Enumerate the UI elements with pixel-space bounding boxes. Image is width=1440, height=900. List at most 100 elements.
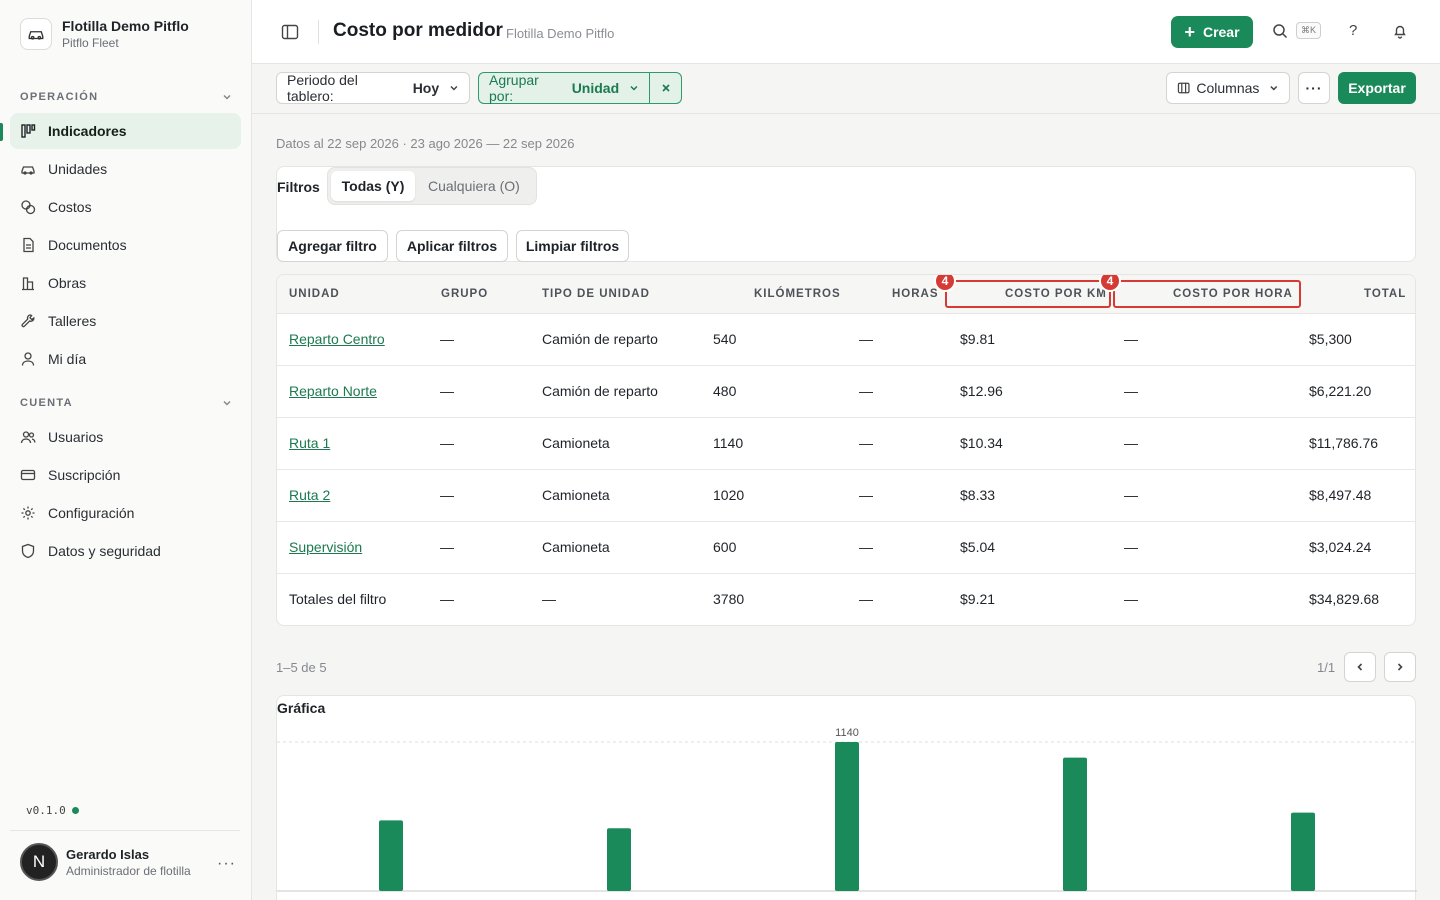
sidebar-item-label: Usuarios <box>48 429 104 445</box>
status-dot <box>71 807 79 814</box>
cell-cost-hour: — <box>1124 539 1138 555</box>
filters-panel: Filtros Todas (Y) Cualquiera (O) Agregar… <box>276 166 1416 262</box>
user-role: Administrador de flotilla <box>66 863 191 878</box>
table-row: Supervisión — Camioneta 600 — $5.04 — $3… <box>277 522 1415 574</box>
chart-bar[interactable] <box>379 820 403 891</box>
sidebar-item-talleres[interactable]: Talleres <box>10 303 241 339</box>
more-icon[interactable]: ··· <box>217 855 236 873</box>
filter-mode-any[interactable]: Cualquiera (O) <box>428 178 520 194</box>
period-select[interactable]: Periodo del tablero: Hoy <box>276 72 470 104</box>
next-page-button[interactable] <box>1384 652 1416 682</box>
columns-icon <box>1177 82 1190 94</box>
chevron-down-icon <box>630 85 638 91</box>
column-kilometros[interactable]: KILÓMETROS <box>754 288 841 300</box>
chart-bar[interactable] <box>835 742 859 891</box>
dashboard-toolbar: Periodo del tablero: Hoy Agrupar por: Un… <box>252 64 1440 114</box>
cell-hours: — <box>859 383 873 399</box>
export-button[interactable]: Exportar <box>1338 72 1416 104</box>
sidebar-item-label: Obras <box>48 275 87 291</box>
cell-hours: — <box>859 539 873 555</box>
avatar: N <box>20 843 58 881</box>
cell-total: $5,300 <box>1309 331 1352 347</box>
filter-mode-all[interactable]: Todas (Y) <box>331 171 415 201</box>
cell-total: $8,497.48 <box>1309 487 1372 503</box>
create-button[interactable]: + Crear <box>1171 16 1253 48</box>
org-name: Flotilla Demo Pitflo <box>62 18 189 34</box>
cell-cost-km: $9.81 <box>960 331 996 347</box>
column-unidad[interactable]: UNIDAD <box>289 288 340 300</box>
cell-total: $34,829.68 <box>1309 591 1380 607</box>
chart-bar[interactable] <box>1291 812 1315 891</box>
column-tipo[interactable]: TIPO DE UNIDAD <box>542 288 650 300</box>
cell-cost-hour: — <box>1124 591 1138 607</box>
column-grupo[interactable]: GRUPO <box>441 288 488 300</box>
section-operation-toggle[interactable]: OPERACIÓN <box>20 91 232 103</box>
unit-link[interactable]: Reparto Centro <box>289 331 385 347</box>
sidebar-item-label: Mi día <box>48 351 87 367</box>
cell-cost-km: $9.21 <box>960 591 996 607</box>
cell-group: — <box>440 591 454 607</box>
bar-chart: 1140 <box>277 727 1417 892</box>
clear-filters-button[interactable]: Limpiar filtros <box>516 230 629 262</box>
cell-type: Camión de reparto <box>542 383 658 399</box>
cell-hours: — <box>859 487 873 503</box>
user-menu[interactable]: N Gerardo Islas Administrador de flotill… <box>10 830 240 881</box>
filters-label: Filtros <box>277 179 320 195</box>
chart-max-label: 1140 <box>835 727 859 739</box>
add-filter-button[interactable]: Agregar filtro <box>277 230 388 262</box>
search-button[interactable]: ⌘K <box>1272 22 1322 39</box>
sidebar-item-unidades[interactable]: Unidades <box>10 151 241 187</box>
chart-bar[interactable] <box>607 828 631 891</box>
unit-link[interactable]: Ruta 2 <box>289 487 330 503</box>
sidebar-item-documentos[interactable]: Documentos <box>10 227 241 263</box>
cell-group: — <box>440 331 454 347</box>
shortcut-hint: ⌘K <box>1296 22 1322 39</box>
cell-total: $11,786.76 <box>1309 435 1379 451</box>
person-icon <box>21 352 35 366</box>
org-switcher[interactable]: Flotilla Demo Pitflo Pitflo Fleet <box>20 18 189 50</box>
sidebar-item-configuracion[interactable]: Configuración <box>10 495 241 531</box>
prev-page-button[interactable] <box>1344 652 1376 682</box>
unit-link[interactable]: Ruta 1 <box>289 435 330 451</box>
cell-km: 540 <box>713 331 737 347</box>
user-name: Gerardo Islas <box>66 846 150 862</box>
sidebar-item-label: Documentos <box>48 237 127 253</box>
apply-filters-button[interactable]: Aplicar filtros <box>396 230 508 262</box>
sidebar-item-suscripcion[interactable]: Suscripción <box>10 457 241 493</box>
sidebar-item-costos[interactable]: Costos <box>10 189 241 225</box>
unit-link[interactable]: Reparto Norte <box>289 383 377 399</box>
sidebar-item-label: Indicadores <box>48 123 127 139</box>
clear-group-button[interactable] <box>649 72 682 104</box>
table-row: Reparto Norte — Camión de reparto 480 — … <box>277 366 1415 418</box>
credit-card-icon <box>20 469 36 481</box>
pagination-pages: 1/1 <box>1317 660 1336 675</box>
sidebar-item-indicadores[interactable]: Indicadores <box>0 113 241 149</box>
sidebar-item-datos-seguridad[interactable]: Datos y seguridad <box>10 533 241 569</box>
group-by-select[interactable]: Agrupar por: Unidad <box>478 72 650 104</box>
cell-group: — <box>440 435 454 451</box>
section-account-toggle[interactable]: CUENTA <box>20 397 232 409</box>
shield-icon <box>21 543 35 559</box>
sidebar-toggle-icon[interactable] <box>280 22 300 42</box>
cell-cost-km: $10.34 <box>960 435 1003 451</box>
cell-cost-hour: — <box>1124 435 1138 451</box>
column-horas[interactable]: HORAS <box>892 288 939 300</box>
sidebar-item-obras[interactable]: Obras <box>10 265 241 301</box>
nav-account: Usuarios Suscripción Configuración Datos… <box>10 419 241 571</box>
cell-group: — <box>440 383 454 399</box>
sidebar-item-usuarios[interactable]: Usuarios <box>10 419 241 455</box>
chevron-down-icon <box>223 400 231 406</box>
columns-button[interactable]: Columnas <box>1166 72 1290 104</box>
more-options-button[interactable]: ··· <box>1298 72 1330 104</box>
cell-cost-km: $8.33 <box>960 487 996 503</box>
bell-icon[interactable] <box>1392 23 1408 39</box>
chart-bar[interactable] <box>1063 757 1087 891</box>
sidebar-item-mi-dia[interactable]: Mi día <box>10 341 241 377</box>
column-total[interactable]: TOTAL <box>1364 288 1406 300</box>
sidebar-item-label: Datos y seguridad <box>48 543 161 559</box>
cell-group: — <box>440 487 454 503</box>
table-header: UNIDAD GRUPO TIPO DE UNIDAD KILÓMETROS H… <box>277 275 1415 314</box>
section-account-label: CUENTA <box>20 397 73 409</box>
help-icon[interactable]: ? <box>1349 22 1357 39</box>
unit-link[interactable]: Supervisión <box>289 539 362 555</box>
